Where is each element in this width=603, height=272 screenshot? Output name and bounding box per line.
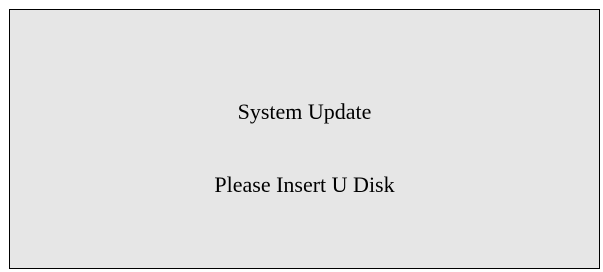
system-update-title: System Update bbox=[237, 99, 372, 124]
insert-u-disk-message: Please Insert U Disk bbox=[214, 172, 395, 197]
update-screen-panel: System Update Please Insert U Disk bbox=[9, 9, 600, 269]
